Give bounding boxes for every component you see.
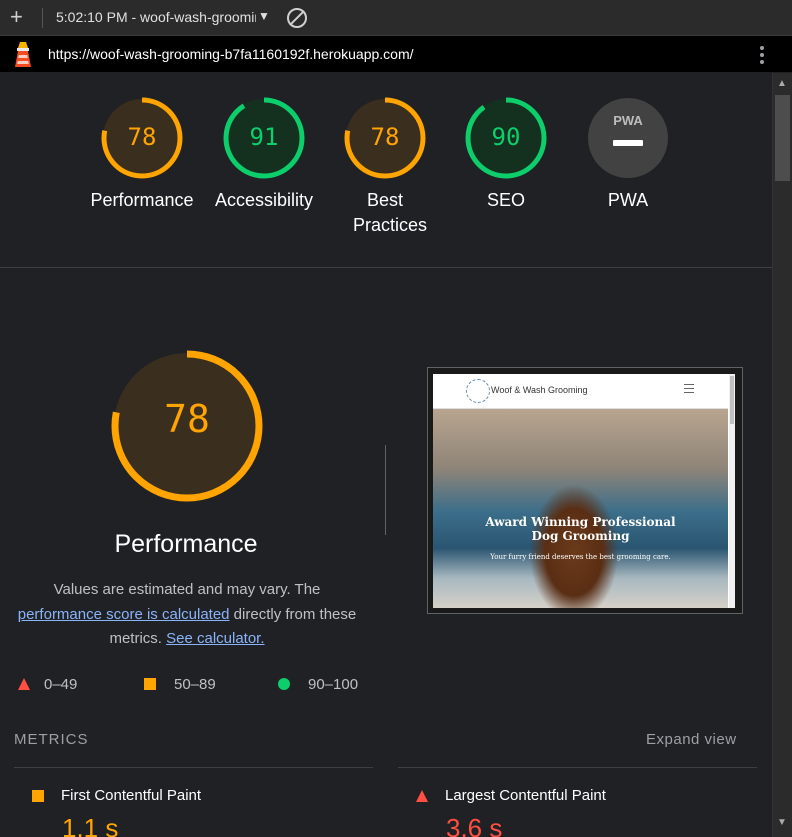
gauge-score: 90 <box>491 123 521 151</box>
gauge-label: Accessibility <box>214 190 314 210</box>
legend-pass: 90–100 <box>278 676 358 693</box>
performance-description: Values are estimated and may vary. The p… <box>10 578 364 652</box>
page-url: https://woof-wash-grooming-b7fa1160192f.… <box>48 46 414 62</box>
square-icon <box>144 678 156 690</box>
legend-average: 50–89 <box>144 676 216 693</box>
vertical-divider <box>385 445 386 535</box>
metric-lcp-value: 3.6 s <box>446 813 503 837</box>
legend-range: 50–89 <box>174 676 216 693</box>
square-icon <box>32 790 44 802</box>
dog-photo <box>529 484 619 608</box>
gauge-label: SEO <box>486 190 525 210</box>
legend-range: 90–100 <box>308 676 359 693</box>
gauge-score: 78 <box>370 123 400 151</box>
toolbar-separator <box>42 8 43 28</box>
performance-gauge: 78 <box>110 349 264 503</box>
gauge-score: 78 <box>127 123 157 151</box>
triangle-icon <box>18 678 30 690</box>
hamburger-menu-icon <box>684 384 694 396</box>
url-bar: https://woof-wash-grooming-b7fa1160192f.… <box>0 36 792 72</box>
scroll-up-icon[interactable]: ▲ <box>777 78 787 89</box>
site-header: Woof & Wash Grooming <box>433 374 728 409</box>
desc-text-1: Values are estimated and may vary. The <box>53 581 321 598</box>
score-calculation-link[interactable]: performance score is calculated <box>18 606 230 623</box>
section-divider <box>0 267 772 268</box>
report-content: 78 Performance 91 Accessibility 78 Best … <box>0 73 772 837</box>
caret-down-icon[interactable]: ▼ <box>258 9 270 23</box>
metric-fcp-name: First Contentful Paint <box>61 787 202 804</box>
summary-gauge-seo[interactable]: 90 SEO <box>444 96 568 213</box>
site-logo-icon <box>466 379 490 403</box>
summary-gauge-pwa[interactable]: PWA PWA <box>566 96 690 213</box>
new-report-icon[interactable]: + <box>10 6 30 28</box>
screenshot-frame: Woof & Wash Grooming Award Winning Profe… <box>433 374 735 608</box>
page-scrollbar[interactable]: ▲ ▼ <box>772 73 792 837</box>
screenshot-scrollbar <box>729 374 735 608</box>
devtools-toolbar: + 5:02:10 PM - woof-wash-grooming ▼ <box>0 0 792 36</box>
expand-view-toggle[interactable]: Expand view <box>646 731 737 748</box>
summary-gauge-best-practices[interactable]: 78 Best Practices <box>323 96 447 238</box>
hero-subtitle: Your furry friend deserves the best groo… <box>490 553 671 561</box>
metric-fcp-value: 1.1 s <box>62 813 119 837</box>
summary-gauge-accessibility[interactable]: 91 Accessibility <box>202 96 326 213</box>
gauge-score: 91 <box>249 123 279 151</box>
gauge-label: Performance <box>90 190 194 210</box>
pwa-badge-text: PWA <box>613 113 643 128</box>
more-options-icon[interactable] <box>758 44 766 64</box>
lighthouse-icon <box>15 42 31 67</box>
pwa-badge-icon <box>588 98 668 178</box>
circle-icon <box>278 678 290 690</box>
metric-divider <box>398 767 757 768</box>
metric-divider <box>14 767 373 768</box>
metrics-heading: METRICS <box>14 731 89 748</box>
performance-score: 78 <box>164 397 210 441</box>
legend-range: 0–49 <box>44 676 78 693</box>
summary-gauge-performance[interactable]: 78 Performance <box>80 96 204 213</box>
final-screenshot[interactable]: Woof & Wash Grooming Award Winning Profe… <box>427 367 743 614</box>
clear-icon[interactable] <box>287 8 307 28</box>
triangle-icon <box>416 790 428 802</box>
hero-title: Award Winning Professional Dog Grooming <box>485 515 676 543</box>
metric-lcp-name: Largest Contentful Paint <box>445 787 606 804</box>
performance-title: Performance <box>114 530 258 558</box>
site-name: Woof & Wash Grooming <box>491 385 588 395</box>
legend-fail: 0–49 <box>18 676 77 693</box>
gauge-label: PWA <box>607 190 649 210</box>
hero-image: Award Winning Professional Dog Grooming … <box>433 409 728 608</box>
see-calculator-link[interactable]: See calculator. <box>166 630 264 647</box>
report-selector[interactable]: 5:02:10 PM - woof-wash-grooming <box>56 9 256 25</box>
gauge-label: Best Practices <box>353 190 428 235</box>
scroll-down-icon[interactable]: ▼ <box>777 817 787 828</box>
scrollbar-thumb[interactable] <box>775 95 790 181</box>
